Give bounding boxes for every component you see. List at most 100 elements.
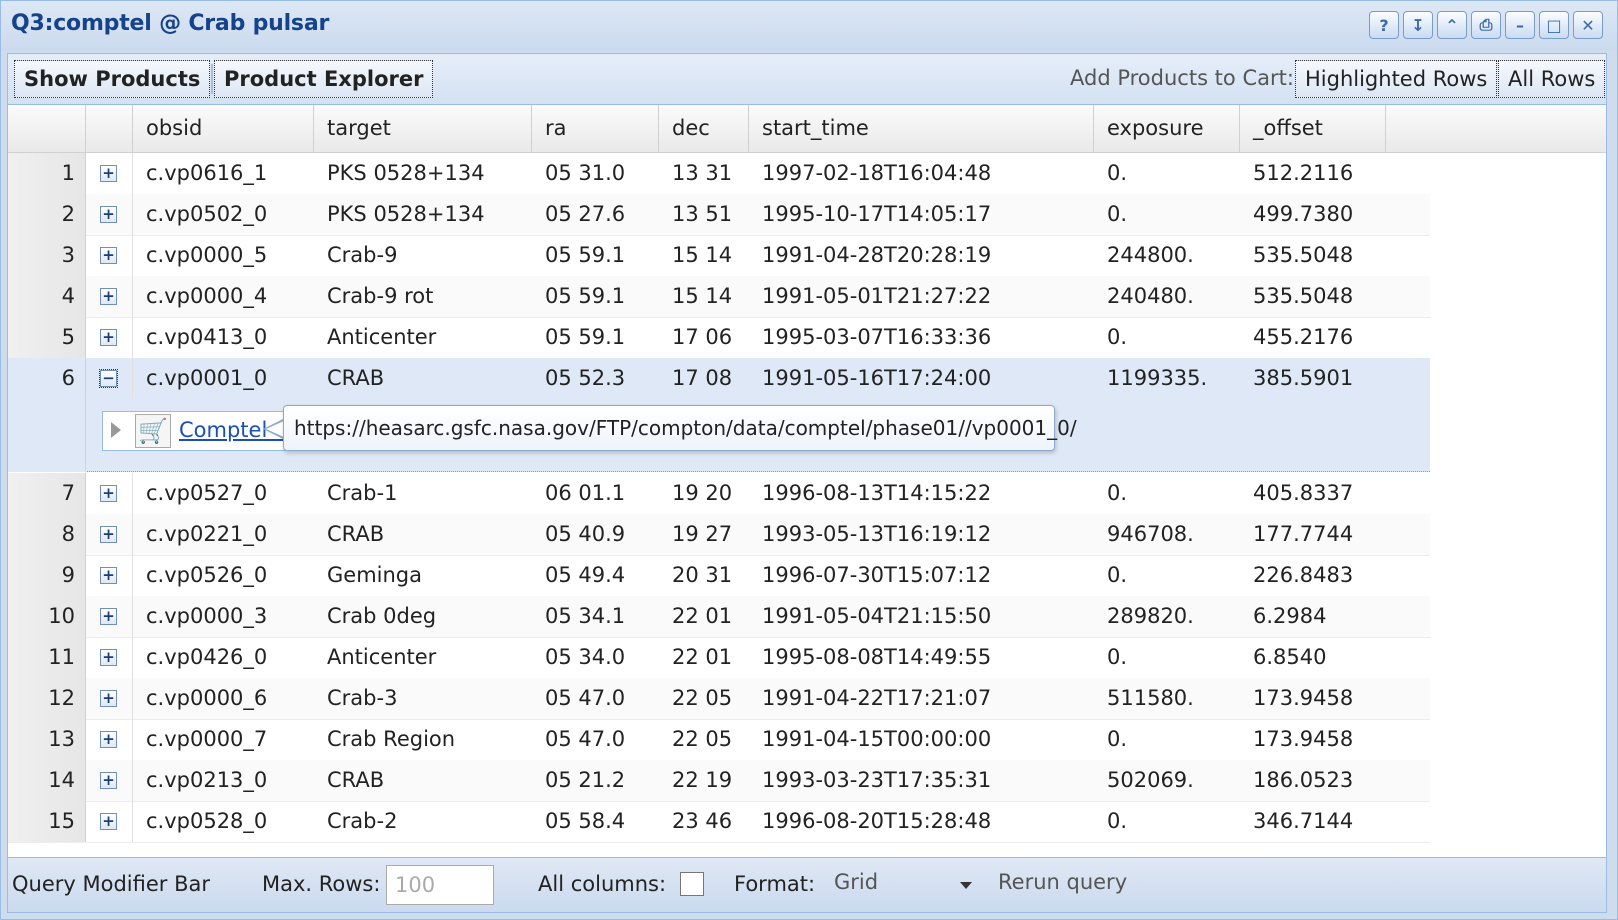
header-ra[interactable]: ra (532, 105, 659, 153)
expand-row-icon[interactable]: + (100, 526, 117, 543)
table-row[interactable]: 3 + c.vp0000_5 Crab-9 05 59.1 15 14 1991-04-28… (8, 235, 1430, 277)
toolbar: Show Products Product Explorer Add Produ… (7, 53, 1607, 105)
table-row[interactable]: 1 + c.vp0616_1 PKS 0528+134 05 31.0 13 31 1997… (8, 153, 1430, 195)
header-exposure[interactable]: exposure (1094, 105, 1240, 153)
table-row[interactable]: 6− c.vp0001_0 CRAB 05 52.3 17 08 1991-05-16T1… (8, 358, 1430, 400)
rerun-query-button[interactable]: Rerun query (998, 870, 1127, 894)
all-columns-label: All columns: (538, 872, 667, 896)
cell-exposure: 0. (1107, 727, 1128, 751)
pin-icon[interactable]: ↧ (1403, 11, 1433, 39)
chevron-down-icon[interactable] (960, 882, 972, 889)
cell-ra: 05 52.3 (545, 366, 626, 390)
product-explorer-button[interactable]: Product Explorer (214, 60, 434, 98)
table-row[interactable]: 9 + c.vp0526_0 Geminga 05 49.4 20 31 1996-07-3… (8, 555, 1430, 597)
cell-dec: 13 31 (672, 161, 733, 185)
cell-start-time: 1996-08-13T14:15:22 (762, 481, 992, 505)
format-select[interactable]: Grid (834, 870, 878, 894)
table-row[interactable]: 12 + c.vp0000_6 Crab-3 05 47.0 22 05 1991-04-2… (8, 678, 1430, 720)
row-expander[interactable]: + (86, 473, 133, 514)
table-row[interactable]: 5 + c.vp0413_0 Anticenter 05 59.1 17 06 1995-0… (8, 317, 1430, 359)
show-products-button[interactable]: Show Products (14, 60, 211, 98)
header-start-time[interactable]: start_time (749, 105, 1094, 153)
cell-exposure: 0. (1107, 481, 1128, 505)
cell-obsid: c.vp0528_0 (146, 809, 268, 833)
row-expander[interactable]: + (86, 596, 133, 637)
cell-exposure: 0. (1107, 809, 1128, 833)
cell-offset: 455.2176 (1253, 325, 1354, 349)
table-row[interactable]: 11 + c.vp0426_0 Anticenter 05 34.0 22 01 1995-… (8, 637, 1430, 679)
close-icon[interactable]: ✕ (1573, 11, 1603, 39)
collapse-row-icon[interactable]: − (99, 369, 118, 388)
expand-triangle-icon[interactable] (111, 422, 121, 438)
expand-row-icon[interactable]: + (100, 206, 117, 223)
row-expander[interactable]: + (86, 514, 133, 555)
expand-row-icon[interactable]: + (100, 247, 117, 264)
minimize-icon[interactable]: – (1505, 11, 1535, 39)
row-expander[interactable]: + (86, 760, 133, 801)
maximize-icon[interactable]: □ (1539, 11, 1569, 39)
query-bar-title: Query Modifier Bar (12, 872, 210, 896)
table-row[interactable]: 15 + c.vp0528_0 Crab-2 05 58.4 23 46 1996-08-2… (8, 801, 1430, 843)
expand-row-icon[interactable]: + (100, 690, 117, 707)
print-icon[interactable]: ⎙ (1471, 11, 1501, 39)
cell-dec: 19 20 (672, 481, 733, 505)
expand-row-icon[interactable]: + (100, 608, 117, 625)
cell-start-time: 1996-07-30T15:07:12 (762, 563, 992, 587)
table-row[interactable]: 2 + c.vp0502_0 PKS 0528+134 05 27.6 13 51 1995… (8, 194, 1430, 236)
table-row[interactable]: 8 + c.vp0221_0 CRAB 05 40.9 19 27 1993-05-13T1… (8, 514, 1430, 556)
cell-offset: 226.8483 (1253, 563, 1354, 587)
row-expander[interactable]: + (86, 235, 133, 276)
row-expander[interactable]: + (86, 637, 133, 678)
cell-obsid: c.vp0221_0 (146, 522, 268, 546)
expand-row-icon[interactable]: + (100, 485, 117, 502)
max-rows-input[interactable]: 100 (386, 865, 494, 905)
row-expander[interactable]: + (86, 276, 133, 317)
cell-offset: 405.8337 (1253, 481, 1354, 505)
cell-offset: 6.2984 (1253, 604, 1327, 628)
row-expander[interactable]: + (86, 801, 133, 842)
row-expander[interactable]: − (86, 358, 133, 399)
cart-icon[interactable]: 🛒 (135, 414, 171, 448)
cell-offset: 535.5048 (1253, 284, 1354, 308)
row-expander[interactable]: + (86, 719, 133, 760)
cell-target: Crab-3 (327, 686, 398, 710)
cell-obsid: c.vp0001_0 (146, 366, 268, 390)
row-number: 2 (8, 194, 86, 235)
table-row[interactable]: 7 + c.vp0527_0 Crab-1 06 01.1 19 20 1996-08-13… (8, 473, 1430, 515)
cell-exposure: 289820. (1107, 604, 1194, 628)
cell-exposure: 0. (1107, 563, 1128, 587)
highlighted-rows-button[interactable]: Highlighted Rows (1295, 60, 1498, 98)
collapse-icon[interactable]: ⌃ (1437, 11, 1467, 39)
row-expander[interactable]: + (86, 678, 133, 719)
expand-row-icon[interactable]: + (100, 813, 117, 830)
row-expander[interactable]: + (86, 194, 133, 235)
table-row[interactable]: 10 + c.vp0000_3 Crab 0deg 05 34.1 22 01 1991-0… (8, 596, 1430, 638)
expand-row-icon[interactable]: + (100, 731, 117, 748)
row-number: 12 (8, 678, 86, 719)
expand-row-icon[interactable]: + (100, 165, 117, 182)
cell-dec: 22 05 (672, 727, 733, 751)
expand-row-icon[interactable]: + (100, 649, 117, 666)
table-row[interactable]: 13 + c.vp0000_7 Crab Region 05 47.0 22 05 1991… (8, 719, 1430, 761)
cell-offset: 385.5901 (1253, 366, 1354, 390)
row-expander[interactable]: + (86, 317, 133, 358)
cell-obsid: c.vp0527_0 (146, 481, 268, 505)
header-obsid[interactable]: obsid (133, 105, 314, 153)
help-icon[interactable]: ? (1369, 11, 1399, 39)
header-target[interactable]: target (314, 105, 532, 153)
expand-row-icon[interactable]: + (100, 329, 117, 346)
expand-row-icon[interactable]: + (100, 567, 117, 584)
all-columns-checkbox[interactable] (680, 872, 704, 896)
expand-row-icon[interactable]: + (100, 288, 117, 305)
row-expander[interactable]: + (86, 555, 133, 596)
header-offset[interactable]: _offset (1240, 105, 1386, 153)
header-dec[interactable]: dec (659, 105, 749, 153)
expand-row-icon[interactable]: + (100, 772, 117, 789)
table-row[interactable]: 4 + c.vp0000_4 Crab-9 rot 05 59.1 15 14 1991-0… (8, 276, 1430, 318)
table-row[interactable]: 14 + c.vp0213_0 CRAB 05 21.2 22 19 1993-03-23T… (8, 760, 1430, 802)
cell-exposure: 0. (1107, 202, 1128, 226)
all-rows-button[interactable]: All Rows (1498, 60, 1606, 98)
query-window: Q3:comptel @ Crab pulsar ? ↧ ⌃ ⎙ – □ ✕ S… (0, 0, 1618, 920)
row-expander[interactable]: + (86, 153, 133, 194)
row-number: 14 (8, 760, 86, 801)
